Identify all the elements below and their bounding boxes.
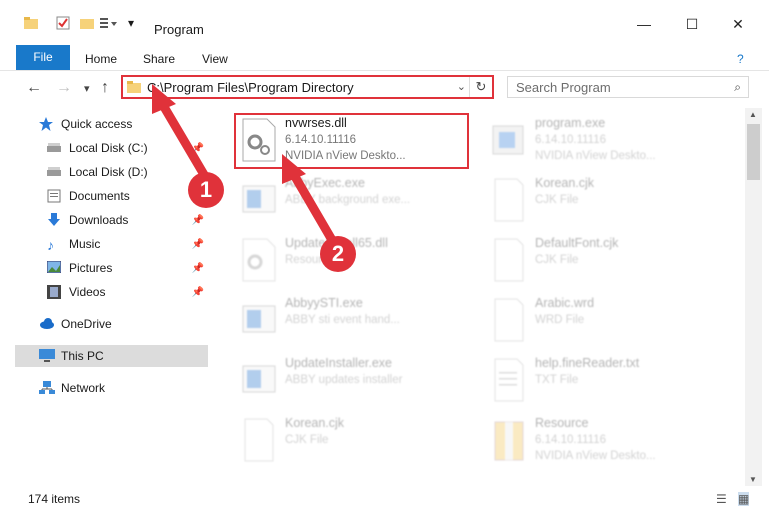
annotation-arrows: [152, 84, 337, 245]
step-marker-2: 2: [320, 236, 356, 272]
step-marker-1: 1: [188, 172, 224, 208]
